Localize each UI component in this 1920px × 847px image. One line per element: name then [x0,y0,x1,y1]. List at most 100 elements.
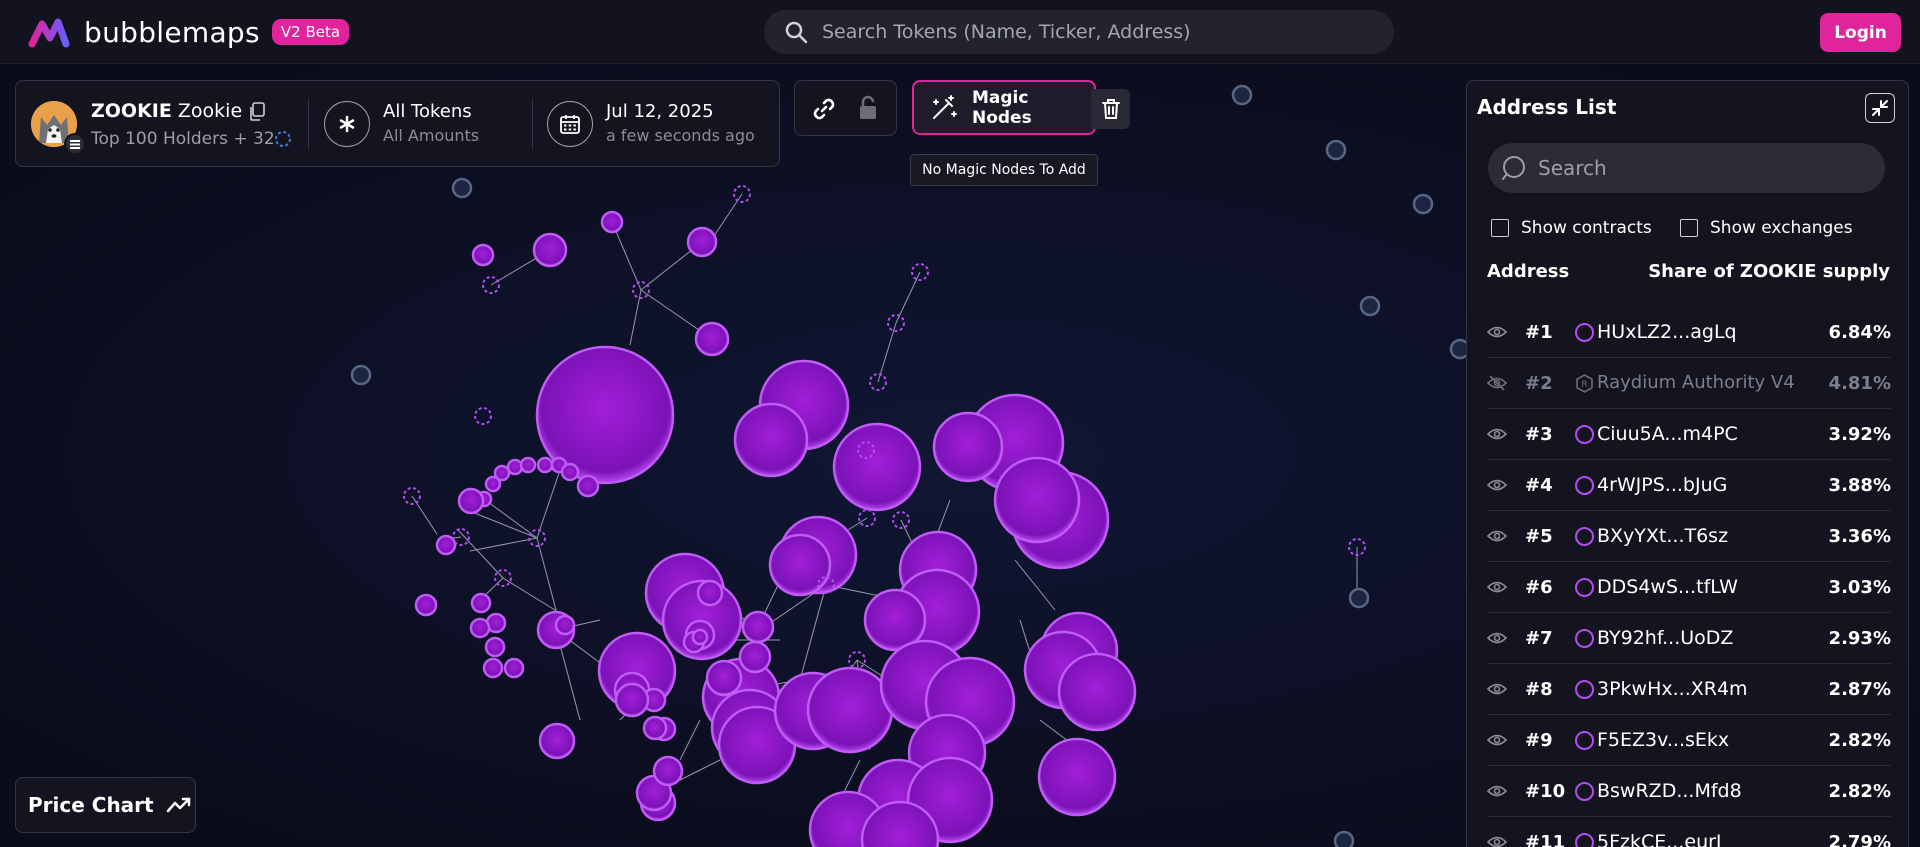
login-button[interactable]: Login [1820,13,1901,52]
token-search-input[interactable]: Search Tokens (Name, Ticker, Address) [764,10,1394,54]
holder-bubble[interactable] [993,456,1081,544]
eye-icon[interactable] [1487,324,1507,340]
address-row[interactable]: #11 5FzkCE...eurJ 2.79% [1487,818,1891,847]
eye-icon[interactable] [1487,834,1507,847]
copy-icon[interactable] [248,102,266,122]
address-row[interactable]: #3 Ciuu5A...m4PC 3.92% [1487,410,1891,460]
holder-bubble[interactable] [768,533,832,597]
holder-bubble[interactable] [614,682,650,718]
wallet-node[interactable] [1325,139,1347,161]
holder-bubble[interactable] [503,657,525,679]
holder-bubble[interactable] [696,579,724,607]
address-row[interactable]: #5 BXyYXt...T6sz 3.36% [1487,512,1891,562]
wallet-node[interactable] [1348,587,1370,609]
lock-icon[interactable] [857,95,879,121]
holder-bubble[interactable] [1057,652,1137,732]
row-address[interactable]: BswRZD...Mfd8 [1597,780,1742,802]
holder-bubble[interactable] [506,458,524,476]
row-share: 3.92% [1828,424,1891,445]
holder-bubble[interactable] [538,722,576,760]
row-address[interactable]: 3PkwHx...XR4m [1597,678,1748,700]
collapse-panel-button[interactable] [1865,93,1895,123]
address-search-input[interactable]: Search [1488,143,1885,193]
holder-bubble[interactable] [576,474,600,498]
row-share: 6.84% [1828,322,1891,343]
calendar-icon[interactable] [547,101,593,147]
address-row[interactable]: #7 BY92hf...UoDZ 2.93% [1487,614,1891,664]
address-row[interactable]: #4 4rWJPS...bJuG 3.88% [1487,461,1891,511]
address-row[interactable]: #2 R Raydium Authority V4 4.81% [1487,359,1891,409]
holder-bubble[interactable] [414,593,438,617]
holder-bubble[interactable] [642,715,668,741]
eye-icon[interactable] [1487,477,1507,493]
app-logo[interactable]: bubblemaps V2 Beta [28,14,350,50]
holder-bubble-icon [1575,629,1594,648]
holder-bubble[interactable] [484,636,506,658]
eye-icon[interactable] [1487,732,1507,748]
delete-button[interactable] [1091,89,1130,129]
address-row[interactable]: #10 BswRZD...Mfd8 2.82% [1487,767,1891,817]
eye-icon[interactable] [1487,681,1507,697]
holder-bubble[interactable] [932,411,1004,483]
row-address[interactable]: Raydium Authority V4 [1597,372,1795,393]
holder-bubble[interactable] [482,657,504,679]
link-icon[interactable] [811,96,837,122]
eye-off-icon[interactable] [1487,375,1507,391]
wallet-node[interactable] [350,364,372,386]
wallet-node[interactable] [451,177,473,199]
address-row[interactable]: #8 3PkwHx...XR4m 2.87% [1487,665,1891,715]
magic-nodes-button[interactable]: Magic Nodes [912,80,1096,135]
holder-bubble[interactable] [1037,737,1117,817]
show-exchanges-checkbox[interactable]: Show exchanges [1680,218,1853,238]
address-search-placeholder: Search [1538,156,1607,180]
row-address[interactable]: BY92hf...UoDZ [1597,627,1733,649]
holder-bubble[interactable] [738,640,772,674]
row-address[interactable]: DDS4wS...tfLW [1597,576,1738,598]
holder-bubble[interactable] [686,226,718,258]
holder-bubble[interactable] [457,487,485,515]
price-chart-button[interactable]: Price Chart [15,777,196,833]
holder-bubble[interactable] [471,243,495,267]
eye-icon[interactable] [1487,783,1507,799]
row-address[interactable]: 5FzkCE...eurJ [1597,831,1722,847]
filter-label[interactable]: All Tokens [383,101,472,122]
eye-icon[interactable] [1487,426,1507,442]
holders-label[interactable]: Top 100 Holders + 32 [91,129,275,149]
eye-icon[interactable] [1487,528,1507,544]
holder-bubble[interactable] [470,592,492,614]
holder-bubble[interactable] [806,666,894,754]
wallet-node[interactable] [1412,193,1434,215]
holder-bubble[interactable] [536,456,554,474]
row-address[interactable]: 4rWJPS...bJuG [1597,474,1727,496]
holder-bubble-icon [1575,425,1594,444]
share-column-header: Share of ZOOKIE supply [1648,261,1890,282]
holder-bubble[interactable] [560,462,580,482]
holder-bubble[interactable] [600,210,624,234]
eye-icon[interactable] [1487,579,1507,595]
address-row[interactable]: #9 F5EZ3v...sEkx 2.82% [1487,716,1891,766]
asterisk-icon[interactable] [324,101,370,147]
row-address[interactable]: F5EZ3v...sEkx [1597,729,1729,751]
wallet-node[interactable] [1333,830,1355,847]
holder-bubble[interactable] [733,402,809,478]
eye-icon[interactable] [1487,630,1507,646]
holder-bubble[interactable] [469,617,491,639]
address-row[interactable]: #6 DDS4wS...tfLW 3.03% [1487,563,1891,613]
holder-bubble[interactable] [691,628,709,646]
holder-bubble[interactable] [705,659,743,697]
date-label[interactable]: Jul 12, 2025 [606,101,714,122]
row-address[interactable]: HUxLZ2...agLq [1597,321,1737,343]
holder-bubble[interactable] [532,232,568,268]
holder-bubble[interactable] [832,422,922,512]
row-address[interactable]: BXyYXt...T6sz [1597,525,1728,547]
holder-bubble[interactable] [519,456,537,474]
holder-bubble[interactable] [741,610,775,644]
holder-bubble[interactable] [652,755,684,787]
wallet-node[interactable] [1359,295,1381,317]
holder-bubble[interactable] [554,614,576,636]
row-address[interactable]: Ciuu5A...m4PC [1597,423,1738,445]
wallet-node[interactable] [1231,84,1253,106]
holder-bubble[interactable] [694,321,730,357]
address-row[interactable]: #1 HUxLZ2...agLq 6.84% [1487,308,1891,358]
show-contracts-checkbox[interactable]: Show contracts [1491,218,1652,238]
